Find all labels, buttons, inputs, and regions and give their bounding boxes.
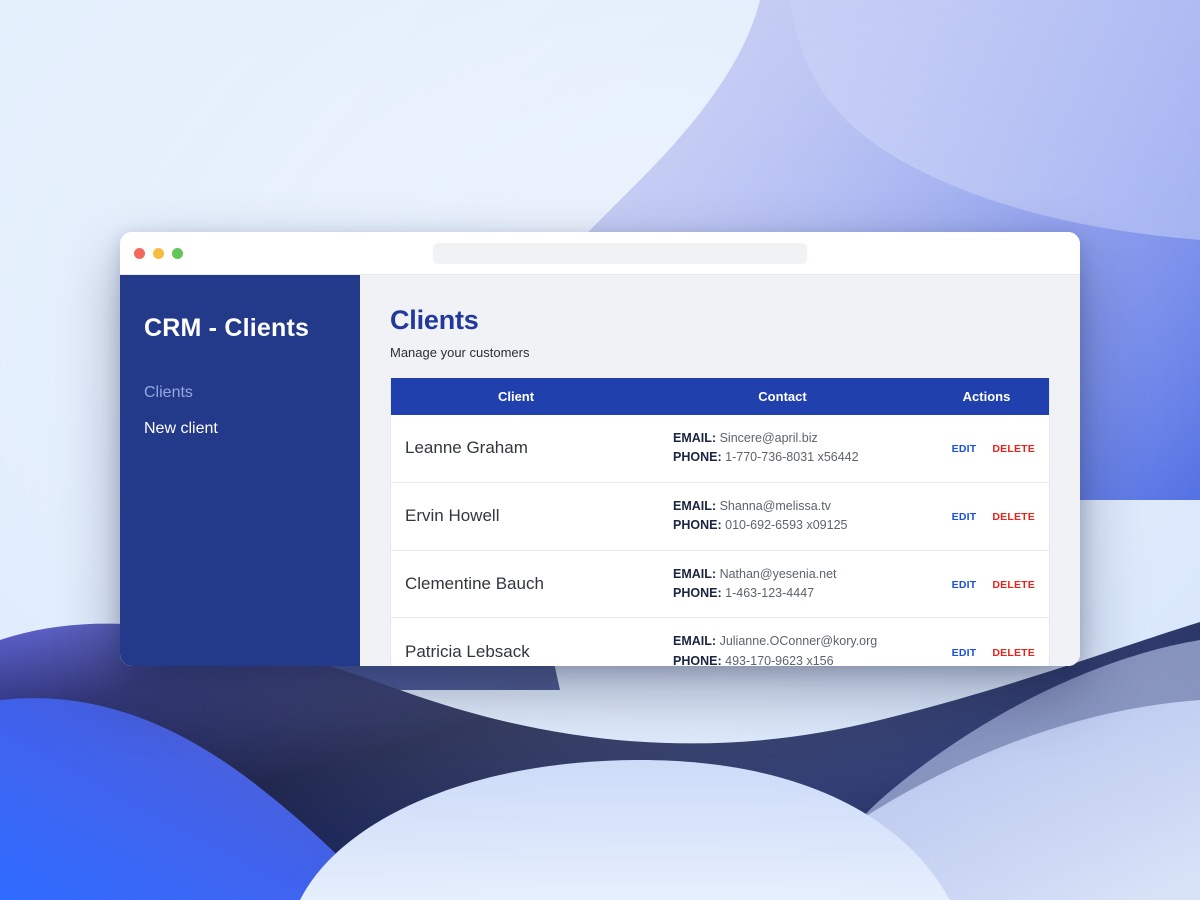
phone-value: 1-463-123-4447 xyxy=(725,585,815,600)
email-value: Julianne.OConner@kory.org xyxy=(719,634,878,649)
sidebar-link-clients[interactable]: Clients xyxy=(120,375,360,411)
column-header-actions: Actions xyxy=(923,378,1049,416)
contact-email-line: EMAIL: Shanna@melissa.tv xyxy=(673,497,914,516)
sidebar: CRM - Clients Clients New client xyxy=(120,275,360,666)
edit-client-button[interactable]: EDIT xyxy=(952,647,977,659)
address-bar[interactable] xyxy=(433,243,807,264)
app-brand-title: CRM - Clients xyxy=(144,314,310,342)
client-contact-cell: EMAIL: Sincere@april.biz PHONE: 1-770-736… xyxy=(641,415,924,483)
client-actions-cell: EDIT DELETE xyxy=(923,617,1049,666)
maximize-window-button[interactable] xyxy=(172,247,183,259)
window-controls xyxy=(134,247,183,259)
page-subtitle: Manage your customers xyxy=(390,345,530,361)
table-row: Patricia Lebsack EMAIL: Julianne.OConner@… xyxy=(391,617,1049,666)
page-title: Clients xyxy=(390,305,479,335)
delete-client-button[interactable]: DELETE xyxy=(992,511,1035,523)
contact-phone-line: PHONE: 1-463-123-4447 xyxy=(673,584,914,603)
page-viewport: CRM - Clients Clients New client Clients… xyxy=(120,275,1080,666)
clients-table-card: Client Contact Actions Leanne Graham EMAI… xyxy=(390,378,1050,666)
email-label: EMAIL: xyxy=(673,498,717,513)
edit-client-button[interactable]: EDIT xyxy=(952,579,977,591)
client-contact-cell: EMAIL: Nathan@yesenia.net PHONE: 1-463-12… xyxy=(641,550,924,619)
table-row: Leanne Graham EMAIL: Sincere@april.biz PHO… xyxy=(391,415,1049,483)
client-contact-cell: EMAIL: Shanna@melissa.tv PHONE: 010-692-6… xyxy=(641,482,924,551)
email-value: Sincere@april.biz xyxy=(719,431,818,446)
contact-phone-line: PHONE: 493-170-9623 x156 xyxy=(673,652,914,666)
browser-titlebar xyxy=(120,232,1080,275)
delete-client-button[interactable]: DELETE xyxy=(992,579,1035,591)
client-actions-cell: EDIT DELETE xyxy=(923,415,1049,483)
contact-email-line: EMAIL: Nathan@yesenia.net xyxy=(673,565,914,584)
phone-value: 010-692-6593 x09125 xyxy=(725,518,848,533)
email-label: EMAIL: xyxy=(673,634,717,649)
contact-phone-line: PHONE: 1-770-736-8031 x56442 xyxy=(673,448,914,467)
sidebar-item-clients[interactable]: Clients xyxy=(120,375,360,411)
sidebar-nav: Clients New client xyxy=(120,375,360,448)
browser-window: CRM - Clients Clients New client Clients… xyxy=(120,232,1080,666)
main-content: Clients Manage your customers Client Con… xyxy=(360,275,1080,666)
phone-label: PHONE: xyxy=(673,518,722,533)
column-header-contact: Contact xyxy=(641,378,924,416)
edit-client-button[interactable]: EDIT xyxy=(952,511,977,523)
contact-email-line: EMAIL: Sincere@april.biz xyxy=(673,429,914,448)
delete-client-button[interactable]: DELETE xyxy=(992,647,1035,659)
email-value: Shanna@melissa.tv xyxy=(719,498,831,513)
close-window-button[interactable] xyxy=(134,247,145,259)
sidebar-link-new-client[interactable]: New client xyxy=(120,411,360,447)
clients-table: Client Contact Actions Leanne Graham EMAI… xyxy=(391,378,1049,666)
table-header-row: Client Contact Actions xyxy=(391,378,1049,416)
edit-client-button[interactable]: EDIT xyxy=(952,443,977,455)
sidebar-item-new-client[interactable]: New client xyxy=(120,411,360,447)
client-actions-cell: EDIT DELETE xyxy=(923,550,1049,619)
column-header-client: Client xyxy=(391,378,642,416)
client-contact-cell: EMAIL: Julianne.OConner@kory.org PHONE: 4… xyxy=(641,617,924,666)
contact-email-line: EMAIL: Julianne.OConner@kory.org xyxy=(673,632,914,651)
contact-phone-line: PHONE: 010-692-6593 x09125 xyxy=(673,516,914,535)
client-name-cell: Clementine Bauch xyxy=(391,550,642,619)
minimize-window-button[interactable] xyxy=(153,247,164,259)
client-name-cell: Leanne Graham xyxy=(391,415,642,483)
phone-label: PHONE: xyxy=(673,450,722,465)
email-label: EMAIL: xyxy=(673,566,717,581)
clients-table-head: Client Contact Actions xyxy=(391,378,1049,416)
phone-label: PHONE: xyxy=(673,585,722,600)
phone-value: 1-770-736-8031 x56442 xyxy=(725,450,859,465)
clients-table-body: Leanne Graham EMAIL: Sincere@april.biz PHO… xyxy=(391,415,1049,666)
table-row: Clementine Bauch EMAIL: Nathan@yesenia.ne… xyxy=(391,550,1049,619)
table-row: Ervin Howell EMAIL: Shanna@melissa.tv PHON… xyxy=(391,482,1049,551)
client-name-cell: Patricia Lebsack xyxy=(391,617,642,666)
delete-client-button[interactable]: DELETE xyxy=(992,443,1035,455)
phone-value: 493-170-9623 x156 xyxy=(725,653,834,666)
client-name-cell: Ervin Howell xyxy=(391,482,642,551)
phone-label: PHONE: xyxy=(673,653,722,666)
client-actions-cell: EDIT DELETE xyxy=(923,482,1049,551)
email-value: Nathan@yesenia.net xyxy=(719,566,837,581)
email-label: EMAIL: xyxy=(673,431,717,446)
